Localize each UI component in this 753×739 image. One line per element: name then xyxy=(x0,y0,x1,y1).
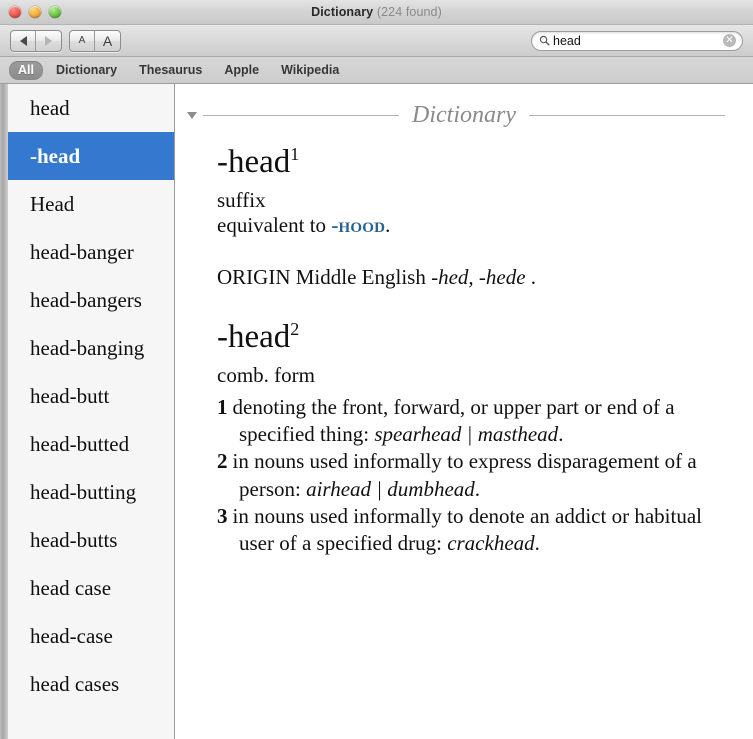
window-title-count: (224 found) xyxy=(376,5,442,19)
sense-end: . xyxy=(534,531,540,556)
entry1-crossref-hood[interactable]: -hood xyxy=(331,213,385,237)
sidebar-item-head-case[interactable]: head case xyxy=(8,564,174,612)
content-area: head -head Head head-banger head-bangers… xyxy=(0,84,753,739)
sense-item: 2 in nouns used informally to express dis… xyxy=(217,448,713,503)
sense-number: 3 xyxy=(217,503,228,528)
toolbar: A A head ✕ xyxy=(0,25,753,57)
entry1-headword-line: -head1 xyxy=(217,144,713,181)
sense-end: . xyxy=(558,421,564,446)
window-title-app: Dictionary xyxy=(311,5,374,19)
dictionary-window: Dictionary (224 found) A A head ✕ All Di… xyxy=(0,0,753,739)
sidebar-item-head-case-hyphen[interactable]: head-case xyxy=(8,612,174,660)
definition-pane: Dictionary -head1 suffix equivalent to -… xyxy=(175,84,753,739)
entry1-equivalent-line: equivalent to -hood. xyxy=(217,213,713,239)
entry1-homograph-number: 1 xyxy=(290,144,300,164)
sense-examples: airhead | dumbhead xyxy=(306,476,475,501)
decrease-font-size-label: A xyxy=(78,35,86,46)
tab-dictionary[interactable]: Dictionary xyxy=(47,61,126,80)
entry1-origin-end: . xyxy=(525,264,537,289)
sense-number: 1 xyxy=(217,394,228,419)
zoom-window-button[interactable] xyxy=(49,6,61,18)
window-title: Dictionary (224 found) xyxy=(0,0,753,24)
forward-button[interactable] xyxy=(36,31,61,51)
font-size-segmented-control: A A xyxy=(69,29,121,52)
header-rule-right xyxy=(529,115,726,116)
entry2-sense-list: 1 denoting the front, forward, or upper p… xyxy=(217,394,713,558)
tab-apple[interactable]: Apple xyxy=(215,61,268,80)
entry1-origin-label: ORIGIN xyxy=(217,264,291,289)
source-tab-bar: All Dictionary Thesaurus Apple Wikipedia xyxy=(0,57,753,84)
tab-thesaurus[interactable]: Thesaurus xyxy=(130,61,211,80)
dictionary-section-header: Dictionary xyxy=(187,102,726,129)
sidebar-item-head-banger[interactable]: head-banger xyxy=(8,228,174,276)
clear-search-icon[interactable]: ✕ xyxy=(723,34,736,47)
window-titlebar: Dictionary (224 found) xyxy=(0,0,753,25)
minimize-window-button[interactable] xyxy=(29,6,41,18)
sidebar-item-head-capital[interactable]: Head xyxy=(8,180,174,228)
forward-arrow-icon xyxy=(45,35,52,46)
results-sidebar[interactable]: head -head Head head-banger head-bangers… xyxy=(8,84,175,739)
sense-number: 2 xyxy=(217,449,228,474)
back-button[interactable] xyxy=(11,30,36,51)
back-arrow-icon xyxy=(19,35,27,46)
entry1-equivalent-prefix: equivalent to xyxy=(217,213,332,238)
entry2-headword: -head xyxy=(217,319,291,356)
sidebar-item-head-cases[interactable]: head cases xyxy=(8,660,174,708)
entry1-headword: -head xyxy=(217,144,291,180)
increase-font-size-label: A xyxy=(102,32,113,49)
sidebar-item-head-suffix[interactable]: -head xyxy=(8,132,174,180)
sidebar-item-head-butted[interactable]: head-butted xyxy=(8,420,174,468)
increase-font-size-button[interactable]: A xyxy=(95,31,120,51)
entry1-equivalent-suffix: . xyxy=(385,213,391,238)
entry1-origin-forms: -hed, -hede xyxy=(431,264,526,289)
navigation-segmented-control xyxy=(10,29,62,52)
search-input[interactable]: head xyxy=(553,34,723,48)
window-left-edge xyxy=(0,84,8,739)
sidebar-item-head-bangers[interactable]: head-bangers xyxy=(8,276,174,324)
entry1-origin-text: Middle English xyxy=(290,264,432,289)
entry1-origin-line: ORIGIN Middle English -hed, -hede . xyxy=(217,265,713,291)
header-rule-left xyxy=(203,115,400,116)
chevron-down-icon[interactable] xyxy=(187,112,197,119)
tab-all[interactable]: All xyxy=(9,60,43,80)
sidebar-item-head-butting[interactable]: head-butting xyxy=(8,468,174,516)
tab-wikipedia[interactable]: Wikipedia xyxy=(272,61,348,80)
sense-item: 3 in nouns used informally to denote an a… xyxy=(217,503,713,558)
sidebar-item-head-butt[interactable]: head-butt xyxy=(8,372,174,420)
sense-examples: spearhead | masthead xyxy=(374,421,559,446)
entry2-homograph-number: 2 xyxy=(290,319,300,340)
sidebar-item-head[interactable]: head xyxy=(8,84,174,132)
sidebar-item-head-butts[interactable]: head-butts xyxy=(8,516,174,564)
decrease-font-size-button[interactable]: A xyxy=(70,30,95,51)
sense-item: 1 denoting the front, forward, or upper p… xyxy=(217,394,713,449)
sense-end: . xyxy=(474,476,481,501)
entry2-part-of-speech: comb. form xyxy=(217,363,315,388)
close-window-button[interactable] xyxy=(9,6,21,18)
search-icon xyxy=(539,35,550,46)
entry1-part-of-speech: suffix xyxy=(217,187,266,212)
entry2-headword-line: -head2 xyxy=(217,320,713,356)
entry-list: -head1 suffix equivalent to -hood. ORIGI… xyxy=(175,144,753,558)
sidebar-item-head-banging[interactable]: head-banging xyxy=(8,324,174,372)
traffic-lights xyxy=(9,6,61,18)
section-title: Dictionary xyxy=(412,102,516,128)
search-field[interactable]: head ✕ xyxy=(531,30,743,51)
sense-examples: crackhead xyxy=(447,531,535,556)
